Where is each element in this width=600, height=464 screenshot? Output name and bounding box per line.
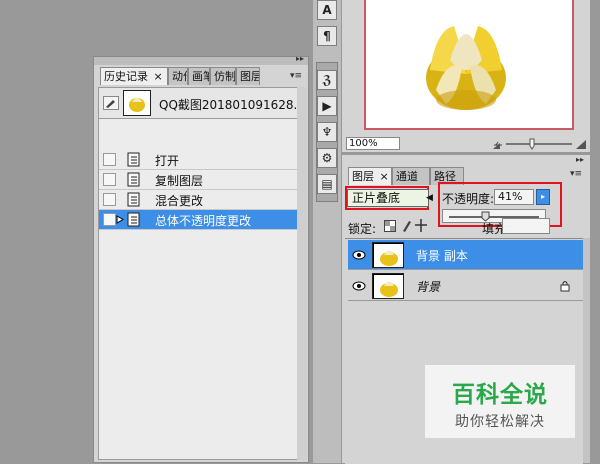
collapse-icon[interactable]: ▸▸ bbox=[296, 54, 304, 63]
lock-move-icon[interactable] bbox=[415, 219, 427, 232]
history-state-label: 复制图层 bbox=[155, 174, 204, 188]
watermark-logo: 百科全说 助你轻松解决 bbox=[425, 365, 575, 438]
history-scrollbar[interactable] bbox=[297, 87, 307, 460]
panel-menu-icon[interactable]: ▾≡ bbox=[570, 169, 582, 179]
history-source-checkbox[interactable] bbox=[103, 193, 116, 206]
history-state-label: 总体不透明度更改 bbox=[155, 214, 252, 228]
history-state-label: 打开 bbox=[155, 154, 180, 168]
history-source-checkbox[interactable] bbox=[103, 153, 116, 166]
navigator-preview[interactable] bbox=[364, 0, 574, 130]
tab-layers[interactable]: 图层 × bbox=[348, 167, 392, 185]
layer-comps-panel-icon[interactable]: ▤ bbox=[317, 174, 337, 194]
lock-label: 锁定: bbox=[348, 222, 377, 236]
layer-lock-icon bbox=[560, 281, 570, 292]
tab-channels[interactable]: 通道 bbox=[392, 167, 430, 185]
layer-thumbnail bbox=[372, 242, 404, 268]
lock-paint-icon[interactable] bbox=[400, 219, 412, 233]
snapshot-thumbnail bbox=[123, 90, 151, 116]
panel-dock-strip: A ¶ ℨ ▶ ♆ ⚙ ▤ bbox=[313, 0, 341, 463]
tab-close-icon[interactable]: × bbox=[380, 170, 389, 183]
history-state-opacity-change[interactable]: 总体不透明度更改 bbox=[99, 210, 299, 230]
brushes-panel-icon[interactable]: ♆ bbox=[317, 122, 337, 142]
zoom-slider[interactable] bbox=[492, 137, 588, 151]
snapshot-label: QQ截图201801091628... bbox=[159, 98, 305, 112]
tab-actions[interactable]: 动作 bbox=[168, 67, 188, 85]
history-state-label: 混合更改 bbox=[155, 194, 204, 208]
layers-scrollbar[interactable] bbox=[583, 238, 590, 463]
history-list: QQ截图201801091628... 打开 复制图层 混合更改 总体不透明度更… bbox=[98, 87, 305, 460]
layer-row-background[interactable]: 背景 bbox=[348, 271, 584, 301]
navigator-image bbox=[426, 26, 506, 110]
history-state-duplicate-layer[interactable]: 复制图层 bbox=[99, 170, 299, 190]
layer-row-background-copy[interactable]: 背景 副本 bbox=[348, 240, 584, 270]
history-state-icon bbox=[127, 172, 140, 187]
layer-name: 背景 bbox=[416, 280, 441, 294]
history-state-icon bbox=[127, 212, 140, 227]
opacity-input[interactable]: 41% bbox=[494, 189, 534, 205]
current-state-arrow-icon bbox=[116, 215, 124, 224]
opacity-dropdown-button[interactable]: ▸ bbox=[536, 189, 550, 205]
watermark-subtitle: 助你轻松解决 bbox=[455, 414, 545, 430]
tab-close-icon[interactable]: × bbox=[154, 70, 163, 83]
panel-menu-icon[interactable]: ▾≡ bbox=[290, 71, 302, 81]
history-panel-icon[interactable]: ℨ bbox=[317, 70, 337, 90]
history-snapshot[interactable]: QQ截图201801091628... bbox=[99, 88, 305, 119]
layer-thumbnail bbox=[372, 273, 404, 299]
tab-clone-source[interactable]: 仿制源 bbox=[210, 67, 236, 85]
tab-brushes[interactable]: 画笔 bbox=[188, 67, 210, 85]
history-state-blend-change[interactable]: 混合更改 bbox=[99, 190, 299, 210]
panel-title-bar[interactable]: ▸▸ bbox=[94, 54, 308, 65]
clone-source-panel-icon[interactable]: ⚙ bbox=[317, 148, 337, 168]
history-brush-icon[interactable] bbox=[103, 96, 119, 110]
blend-dropdown-arrow-icon[interactable]: ◀ bbox=[426, 193, 433, 203]
history-state-icon bbox=[127, 152, 140, 167]
collapse-icon[interactable]: ▸▸ bbox=[576, 155, 584, 164]
watermark-title: 百科全说 bbox=[452, 382, 548, 408]
history-state-open[interactable]: 打开 bbox=[99, 150, 299, 170]
history-panel: ▸▸ 历史记录 × 动作 画笔 仿制源 图层复合 ▾≡ QQ截图20180109… bbox=[93, 54, 309, 463]
paragraph-panel-icon[interactable]: ¶ bbox=[317, 26, 337, 46]
history-tabs: 历史记录 × 动作 画笔 仿制源 图层复合 bbox=[100, 67, 260, 85]
zoom-input[interactable]: 100% bbox=[346, 137, 400, 150]
history-source-checkbox[interactable] bbox=[103, 173, 116, 186]
opacity-label: 不透明度: bbox=[442, 192, 495, 206]
blend-mode-select[interactable]: 正片叠底 bbox=[347, 189, 429, 207]
actions-panel-icon[interactable]: ▶ bbox=[317, 96, 337, 116]
lock-transparent-icon[interactable] bbox=[384, 220, 396, 232]
eye-icon[interactable] bbox=[352, 249, 366, 261]
fill-input[interactable] bbox=[502, 218, 550, 234]
navigator-panel: 100% bbox=[342, 0, 590, 152]
tab-history[interactable]: 历史记录 × bbox=[100, 67, 168, 85]
tab-layer-comps[interactable]: 图层复合 bbox=[236, 67, 260, 85]
character-panel-icon[interactable]: A bbox=[317, 0, 337, 20]
history-state-icon bbox=[127, 192, 140, 207]
history-source-checkbox[interactable] bbox=[103, 213, 116, 226]
layer-name: 背景 副本 bbox=[416, 249, 468, 263]
eye-icon[interactable] bbox=[352, 280, 366, 292]
